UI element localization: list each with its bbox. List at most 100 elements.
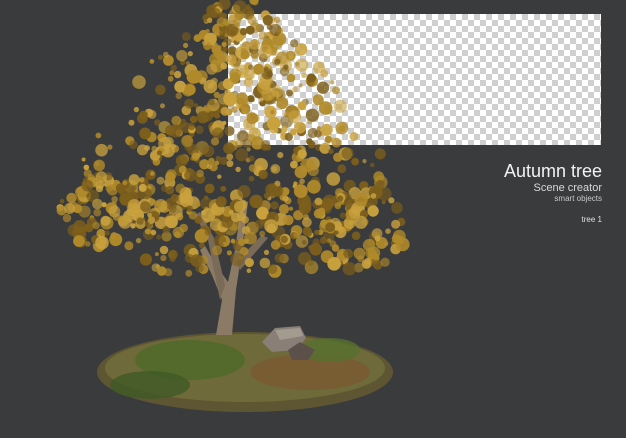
leaf-clump <box>317 207 326 216</box>
leaf-clump <box>244 257 254 268</box>
leaf-clump <box>169 70 175 76</box>
leaf-clump <box>222 46 228 52</box>
leaf-clump <box>166 169 177 180</box>
leaf-clump <box>249 39 261 50</box>
scene-title: Autumn tree <box>503 161 602 181</box>
leaf-clump <box>307 259 314 266</box>
leaf-clump <box>175 92 183 100</box>
leaf-clump <box>293 231 300 238</box>
leaf-clump <box>139 253 152 266</box>
leaf-clump <box>167 75 174 82</box>
leaf-clump <box>104 230 110 236</box>
leaf-clump <box>307 140 316 149</box>
leaf-clump <box>89 217 95 223</box>
leaf-clump <box>173 70 182 79</box>
leaf-clump <box>273 16 281 24</box>
leaf-clump <box>232 79 238 85</box>
leaf-clump <box>281 125 288 133</box>
leaf-clump <box>277 152 284 159</box>
leaf-clump <box>206 63 218 75</box>
grass-mound <box>97 332 393 412</box>
leaf-clump <box>226 250 232 256</box>
leaf-clump <box>64 203 76 214</box>
scene-subtitle: Scene creator <box>533 182 602 194</box>
leaf-clump <box>169 255 176 262</box>
leaf-clump <box>160 103 165 109</box>
leaf-clump <box>179 223 188 233</box>
leaf-clump <box>258 169 268 180</box>
leaf-clump <box>234 201 246 213</box>
leaf-clump <box>144 228 152 235</box>
leaf-clump <box>305 230 312 237</box>
leaf-clump <box>278 204 290 215</box>
leaf-clump <box>240 50 250 60</box>
leaf-clump <box>274 253 285 263</box>
leaf-clump <box>337 164 347 174</box>
leaf-clump <box>215 44 222 51</box>
leaf-clump <box>235 139 244 148</box>
leaf-clump <box>258 31 267 40</box>
leaf-clump <box>297 101 307 111</box>
leaf-clump <box>147 109 157 119</box>
leaf-clump <box>87 173 95 181</box>
tree-illustration <box>56 0 410 412</box>
leaf-clump <box>144 145 151 151</box>
leaf-clump <box>247 134 256 143</box>
item-tag: tree 1 <box>581 215 602 224</box>
leaf-clump <box>156 234 162 240</box>
leaf-clump <box>186 70 201 84</box>
leaf-clump <box>309 243 323 256</box>
leaf-clump <box>300 204 305 209</box>
leaf-clump <box>156 176 165 185</box>
leaf-clump <box>270 240 281 250</box>
leaf-clump <box>283 214 294 226</box>
leaf-clump <box>298 83 303 88</box>
leaf-clump <box>262 15 273 26</box>
leaf-clump <box>326 172 341 186</box>
leaf-clump <box>202 40 208 46</box>
leaf-clump <box>288 206 294 211</box>
leaf-clump <box>160 255 167 262</box>
leaf-clump <box>290 128 297 136</box>
leaf-clump <box>119 189 127 197</box>
leaf-clump <box>150 229 157 236</box>
leaf-clump <box>264 144 272 151</box>
leaf-clump <box>206 17 213 24</box>
leaf-clump <box>208 98 216 106</box>
leaf-clump <box>208 157 215 165</box>
leaf-clump <box>351 157 359 166</box>
leaf-clump <box>374 255 380 261</box>
leaf-clump <box>322 194 336 208</box>
leaf-clump <box>138 177 145 183</box>
leaf-clump <box>188 211 198 220</box>
leaf-clump <box>270 110 275 115</box>
leaf-clump <box>258 44 273 59</box>
leaf-clump <box>73 220 87 233</box>
leaf-clump <box>288 54 294 60</box>
leaf-clump <box>307 127 318 139</box>
leaf-clump <box>214 160 220 166</box>
leaf-clump <box>186 205 193 212</box>
leaf-clump <box>204 183 215 194</box>
leaf-clump <box>135 237 142 244</box>
leaf-clump <box>351 231 361 240</box>
leaf-clump <box>107 144 113 150</box>
leaf-clump <box>375 179 385 189</box>
leaf-clump <box>169 205 177 213</box>
leaf-clump <box>59 198 65 204</box>
leaf-clump <box>252 199 259 206</box>
leaf-clump <box>312 61 325 74</box>
leaf-clump <box>292 86 298 93</box>
leaf-clump <box>316 81 330 94</box>
leaf-clump <box>246 268 252 274</box>
leaf-clump <box>220 62 228 70</box>
leaf-clump <box>171 115 182 126</box>
leaf-clump <box>380 257 390 267</box>
leaf-clump <box>362 159 367 164</box>
leaf-clump <box>154 252 159 257</box>
leaf-clump <box>294 61 300 67</box>
leaf-clump <box>335 121 349 135</box>
leaf-clump <box>214 112 221 119</box>
leaf-clump <box>357 255 365 263</box>
leaf-clump <box>155 201 162 207</box>
